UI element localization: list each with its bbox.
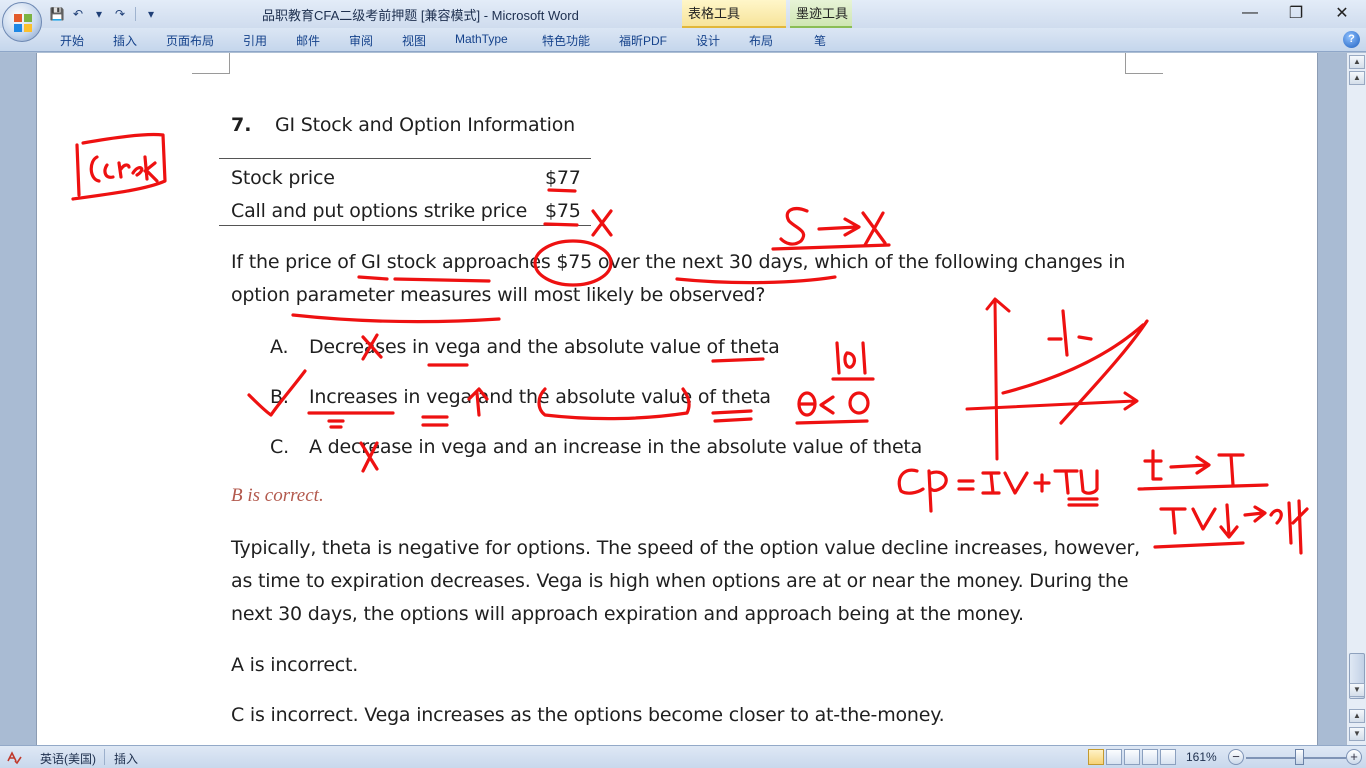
zoom-in-icon[interactable]: + <box>1346 749 1362 765</box>
ribbon-tab-bar: 开始 插入 页面布局 引用 邮件 审阅 视图 MathType 特色功能 福昕P… <box>0 28 1366 52</box>
restore-button[interactable]: ❐ <box>1274 0 1318 26</box>
question-text: If the price of GI stock approaches $75 … <box>231 251 1126 306</box>
status-bar: 英语(美国) 插入 161% − + <box>0 745 1366 768</box>
close-button[interactable]: ✕ <box>1320 0 1364 26</box>
tab-page-layout[interactable]: 页面布局 <box>166 32 214 49</box>
table-cell-label: Stock price <box>231 167 335 189</box>
save-icon[interactable]: 💾 <box>48 5 66 23</box>
question-number: 7. <box>231 114 252 136</box>
ink-graph[interactable] <box>965 297 1149 461</box>
ink-underline-77 <box>547 188 577 193</box>
window-title: 品职教育CFA二级考前押题 [兼容模式] - Microsoft Word <box>262 8 579 23</box>
ink-theta-less-than-zero <box>795 391 870 425</box>
table-bottom-rule <box>219 225 591 226</box>
tab-references[interactable]: 引用 <box>243 32 267 49</box>
contextual-tab-table-tools: 表格工具 <box>682 0 786 28</box>
tab-layout[interactable]: 布局 <box>749 32 773 49</box>
ink-equal-sign-1 <box>327 419 345 429</box>
a-incorrect-text: A is incorrect. <box>231 654 359 676</box>
table-cell-value: $77 <box>545 167 581 189</box>
scroll-down-button[interactable]: ▼ <box>1349 683 1365 697</box>
office-button[interactable] <box>2 2 42 42</box>
explanation-text: Typically, theta is negative for options… <box>231 537 1141 625</box>
ink-equal-sign-theta <box>711 409 753 423</box>
ink-t-to-T <box>1137 449 1269 491</box>
ink-formula-cp <box>897 468 1099 513</box>
tab-foxit-pdf[interactable]: 福昕PDF <box>619 32 667 49</box>
answer-label: B is correct. <box>231 485 324 506</box>
tab-home[interactable]: 开始 <box>60 32 84 49</box>
minimize-button[interactable]: — <box>1228 0 1272 26</box>
status-separator <box>104 749 105 765</box>
ink-s-to-x <box>771 207 891 251</box>
help-icon[interactable]: ? <box>1343 31 1360 48</box>
redo-icon[interactable]: ↷ <box>111 5 129 23</box>
tab-mailings[interactable]: 邮件 <box>296 32 320 49</box>
outline-view-icon[interactable] <box>1142 749 1158 765</box>
scroll-up-button[interactable]: ▲ <box>1349 55 1365 69</box>
tab-design[interactable]: 设计 <box>696 32 720 49</box>
document-area: 7. GI Stock and Option Information Stock… <box>0 53 1346 745</box>
print-layout-view-icon[interactable] <box>1088 749 1104 765</box>
customize-qat-icon[interactable]: ▾ <box>142 5 160 23</box>
next-page-button[interactable]: ▼ <box>1349 727 1365 741</box>
language-status[interactable]: 英语(美国) <box>40 750 96 767</box>
tab-pen[interactable]: 笔 <box>814 32 826 49</box>
zoom-level[interactable]: 161% <box>1186 750 1217 764</box>
vertical-scrollbar[interactable]: ▲ ▲ ▼ ▲ ▼ <box>1346 53 1366 745</box>
table-cell-value: $75 <box>545 200 581 222</box>
scroll-up-button-2[interactable]: ▲ <box>1349 71 1365 85</box>
option-text: Decreases in vega and the absolute value… <box>309 336 780 358</box>
office-logo-icon <box>14 14 32 32</box>
title-bar: 💾 ↶ ▾ ↷ ▾ 品职教育CFA二级考前押题 [兼容模式] - Microso… <box>0 0 1366 42</box>
web-layout-view-icon[interactable] <box>1124 749 1140 765</box>
ink-underline-theta-a <box>711 357 765 363</box>
undo-icon[interactable]: ↶ <box>69 5 87 23</box>
tab-insert[interactable]: 插入 <box>113 32 137 49</box>
crop-mark-left <box>192 53 230 74</box>
option-text: Increases in vega and the absolute value… <box>309 386 771 408</box>
tab-review[interactable]: 审阅 <box>349 32 373 49</box>
tab-mathtype[interactable]: MathType <box>455 32 508 46</box>
table-top-rule <box>219 158 591 159</box>
quick-access-toolbar: 💾 ↶ ▾ ↷ ▾ <box>48 4 160 24</box>
tab-special-features[interactable]: 特色功能 <box>542 32 590 49</box>
ink-tv-decreases <box>1153 499 1309 555</box>
proofing-icon[interactable] <box>6 749 22 765</box>
undo-dropdown-icon[interactable]: ▾ <box>90 5 108 23</box>
previous-page-button[interactable]: ▲ <box>1349 709 1365 723</box>
ink-abs-theta <box>831 341 875 381</box>
zoom-slider-thumb[interactable] <box>1295 749 1304 765</box>
draft-view-icon[interactable] <box>1160 749 1176 765</box>
option-letter: C. <box>270 436 289 458</box>
insert-mode-status[interactable]: 插入 <box>114 750 138 767</box>
question-heading: GI Stock and Option Information <box>275 114 576 136</box>
ink-equal-sign-2 <box>421 415 449 427</box>
qat-separator <box>135 7 136 21</box>
option-text: A decrease in vega and an increase in th… <box>309 436 923 458</box>
c-incorrect-text: C is incorrect. Vega increases as the op… <box>231 704 945 726</box>
ink-underline-parameter-measures <box>291 313 501 324</box>
option-letter: A. <box>270 336 289 358</box>
document-page[interactable]: 7. GI Stock and Option Information Stock… <box>36 53 1318 745</box>
table-cell-label: Call and put options strike price <box>231 200 528 222</box>
ink-word-check <box>71 132 167 201</box>
contextual-tab-ink-tools: 墨迹工具 <box>790 0 852 28</box>
tab-view[interactable]: 视图 <box>402 32 426 49</box>
option-letter: B. <box>270 386 289 408</box>
full-screen-reading-view-icon[interactable] <box>1106 749 1122 765</box>
ink-x-mark <box>591 209 613 237</box>
zoom-out-icon[interactable]: − <box>1228 749 1244 765</box>
crop-mark-right <box>1125 53 1163 74</box>
